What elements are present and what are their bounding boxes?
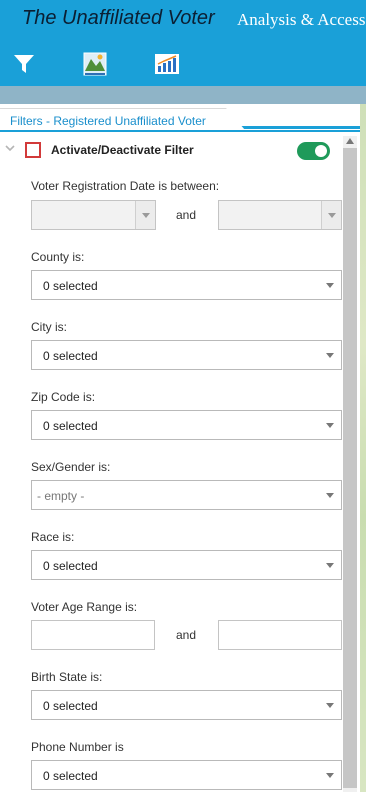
- chevron-down-icon: [142, 213, 150, 218]
- chevron-down-icon: [328, 213, 336, 218]
- age-range-label: Voter Age Range is:: [31, 600, 138, 614]
- bar-chart-icon: [155, 54, 179, 74]
- chevron-down-icon: [326, 563, 334, 568]
- activate-filter-checkbox[interactable]: [25, 142, 41, 158]
- sex-label: Sex/Gender is:: [31, 460, 111, 474]
- filter-button[interactable]: [10, 50, 38, 78]
- chevron-down-icon: [326, 353, 334, 358]
- app-header: The Unaffiliated Voter Analysis & Access: [0, 0, 366, 42]
- app-subtitle: Analysis & Access: [237, 10, 366, 29]
- chevron-down-icon: [326, 773, 334, 778]
- toggle-knob: [315, 145, 327, 157]
- county-select-value: 0 selected: [43, 279, 98, 293]
- tab-strip: [230, 126, 360, 129]
- date-end-dropdown-button[interactable]: [321, 201, 341, 229]
- chevron-down-icon: [326, 493, 334, 498]
- map-layers-icon: [83, 52, 107, 76]
- registration-date-end[interactable]: [218, 200, 342, 230]
- panel-scrollbar[interactable]: [343, 136, 357, 792]
- registration-date-start[interactable]: [31, 200, 156, 230]
- county-select[interactable]: 0 selected: [31, 270, 342, 300]
- filter-content: Activate/Deactivate Filter Voter Registr…: [0, 132, 342, 792]
- scroll-thumb[interactable]: [343, 148, 357, 788]
- birth-state-select-value: 0 selected: [43, 699, 98, 713]
- panel-tab-row: Filters - Registered Unaffiliated Voter: [0, 106, 360, 132]
- city-label: City is:: [31, 320, 67, 334]
- filter-panel: Filters - Registered Unaffiliated Voter …: [0, 104, 360, 792]
- race-select-value: 0 selected: [43, 559, 98, 573]
- birth-state-label: Birth State is:: [31, 670, 103, 684]
- map-view[interactable]: [360, 104, 366, 792]
- race-label: Race is:: [31, 530, 75, 544]
- tab-filters-label: Filters - Registered Unaffiliated Voter: [10, 114, 206, 128]
- filter-icon: [14, 55, 34, 73]
- filter-toggle[interactable]: [297, 142, 330, 160]
- city-select[interactable]: 0 selected: [31, 340, 342, 370]
- scroll-up-icon[interactable]: [346, 138, 354, 144]
- chevron-down-icon: [326, 423, 334, 428]
- filter-title: Activate/Deactivate Filter: [51, 143, 194, 157]
- toolbar-band: [0, 86, 366, 104]
- date-start-dropdown-button[interactable]: [135, 201, 155, 229]
- chevron-down-icon: [326, 283, 334, 288]
- sex-select-value: - empty -: [37, 489, 85, 503]
- toolbar: [0, 42, 366, 86]
- phone-label: Phone Number is: [31, 740, 124, 754]
- sex-select[interactable]: - empty -: [31, 480, 342, 510]
- app-title: The Unaffiliated Voter: [22, 7, 215, 29]
- zip-select[interactable]: 0 selected: [31, 410, 342, 440]
- birth-state-select[interactable]: 0 selected: [31, 690, 342, 720]
- county-label: County is:: [31, 250, 85, 264]
- age-max-input[interactable]: [218, 620, 342, 650]
- age-range-and: and: [176, 628, 197, 642]
- city-select-value: 0 selected: [43, 349, 98, 363]
- age-min-input[interactable]: [31, 620, 155, 650]
- map-layers-button[interactable]: [81, 50, 109, 78]
- zip-select-value: 0 selected: [43, 419, 98, 433]
- phone-select[interactable]: 0 selected: [31, 760, 342, 790]
- registration-date-label: Voter Registration Date is between:: [31, 179, 220, 193]
- registration-date-and: and: [176, 208, 197, 222]
- chart-button[interactable]: [153, 50, 181, 78]
- zip-label: Zip Code is:: [31, 390, 96, 404]
- phone-select-value: 0 selected: [43, 769, 98, 783]
- race-select[interactable]: 0 selected: [31, 550, 342, 580]
- chevron-down-icon[interactable]: [4, 142, 16, 154]
- chevron-down-icon: [326, 703, 334, 708]
